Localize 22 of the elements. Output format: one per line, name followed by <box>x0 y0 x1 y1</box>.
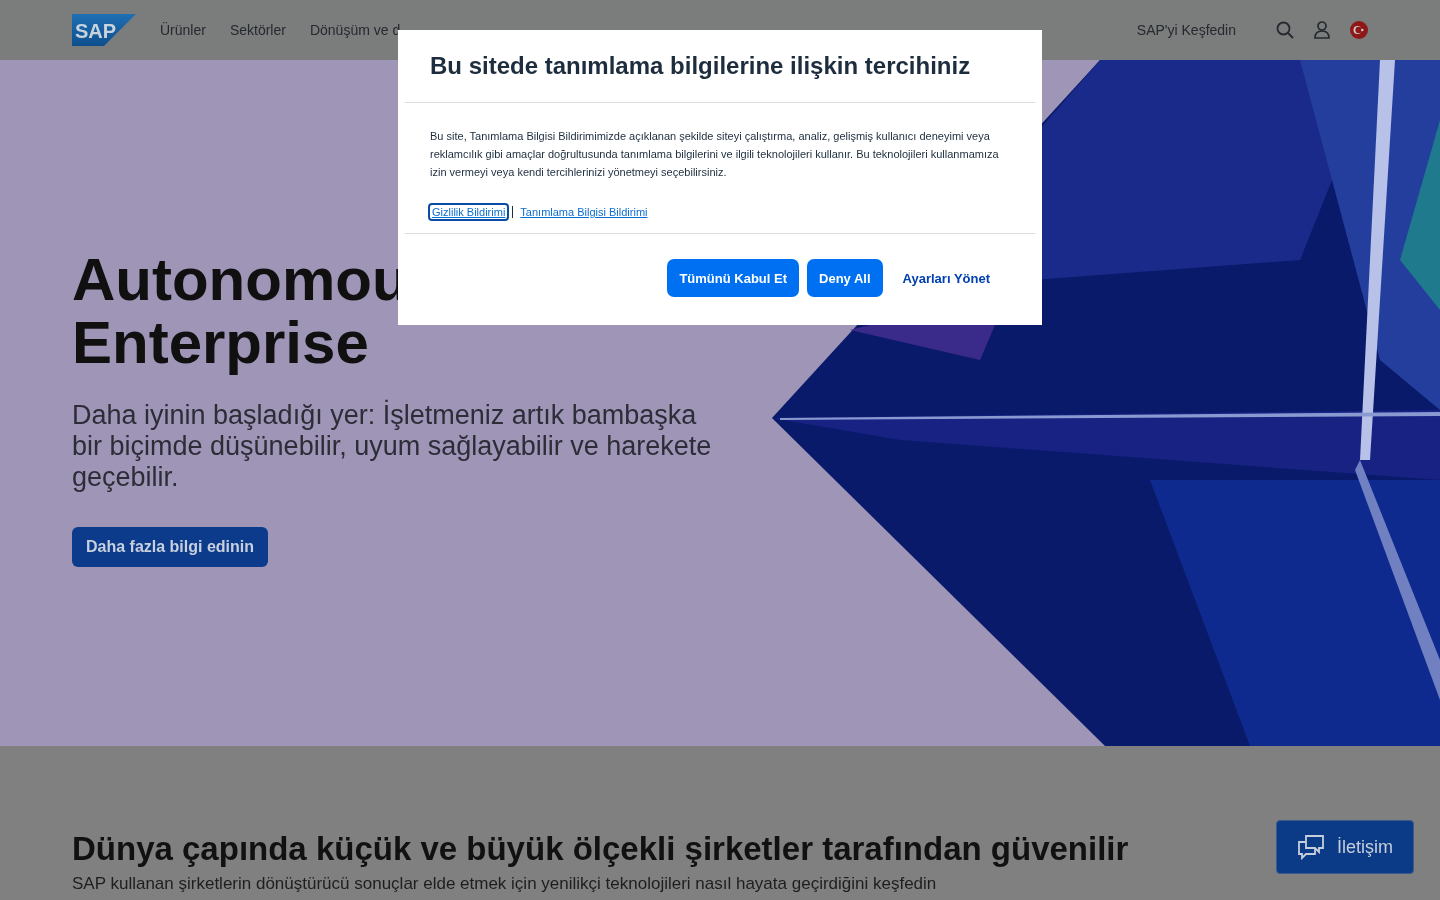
explore-link[interactable]: SAP'yi Keşfedin <box>1136 22 1236 38</box>
section-text: SAP kullanan şirketlerin dönüştürücü sonuçlar elde etmek için yenilikçi teknolojileri nasıl hayata geçirdiğini keşfedin <box>72 874 938 894</box>
consent-button[interactable]: Deny All <box>807 259 883 297</box>
dialog-text: Bu site, Tanımlama Bilgisi Bildirimimizde açıklanan şekilde siteyi çalıştırma, analiz, gelişmiş kullanıcı deneyimi veya reklamcılık gibi amaçlar doğrultusunda tanımlama bilgilerini ve ilgili teknolojileri kullanır. Bu teknolojileri kullanmamıza izin vermeyi veya kendi tercihlerinizi yönetmeyi seçebilirsiniz. <box>429 129 1000 180</box>
sap-logo[interactable]: SAP <box>72 14 136 46</box>
hero-subtitle: Daha iyinin başladığı yer: İşletmeniz artık bambaşka bir biçimde düşünebilir, uyum sağlayabilir ve harekete geçebilir. <box>72 400 712 493</box>
section-heading: Dünya çapında küçük ve büyük ölçekli şirketler tarafından güvenilir <box>72 830 1129 868</box>
chat-icon <box>1297 834 1325 860</box>
policy-link[interactable]: Gizlilik Bildirimi <box>428 203 510 221</box>
nav-item[interactable]: Ürünler <box>160 22 206 38</box>
policy-link[interactable]: Tanımlama Bilgisi Bildirimi <box>516 203 652 221</box>
hero-title: Enterprise <box>72 311 369 374</box>
nav-item[interactable]: Sektörler <box>229 22 286 38</box>
hero-title: Autonomou <box>72 248 409 311</box>
user-icon[interactable] <box>1314 21 1330 39</box>
learn-more-button[interactable]: Daha fazla bilgi edinin <box>72 527 269 567</box>
contact-button[interactable]: İletişim <box>1276 820 1414 874</box>
flag-icon[interactable] <box>1350 21 1368 39</box>
manage-settings-button[interactable]: Ayarları Yönet <box>890 259 998 297</box>
dialog-title: Bu sitede tanımlama bilgilerine ilişkin tercihiniz <box>405 30 1035 103</box>
consent-button[interactable]: Tümünü Kabul Et <box>667 259 800 297</box>
search-icon[interactable] <box>1276 21 1294 39</box>
